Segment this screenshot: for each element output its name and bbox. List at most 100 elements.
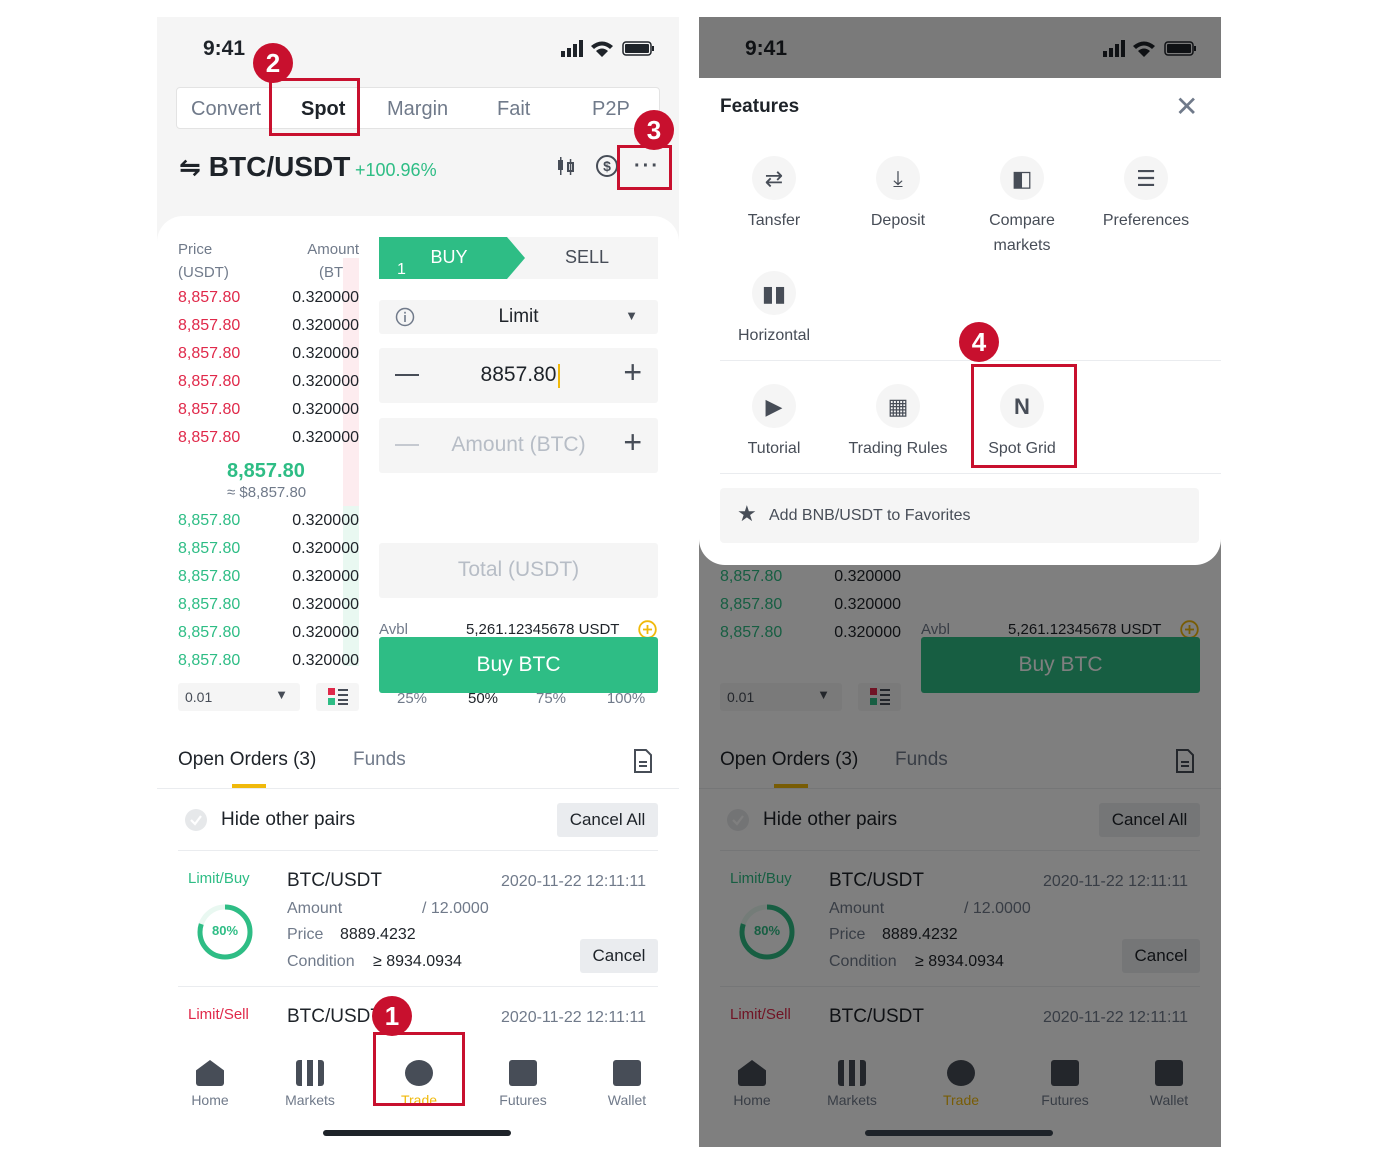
- fill-progress: 80%: [211, 923, 239, 938]
- trade-screen: 9:41 Convert Spot Margin Fait P2P ⇋ BTC/…: [157, 17, 679, 1147]
- plus-icon[interactable]: +: [623, 354, 642, 390]
- amount-placeholder: Amount (BTC): [451, 433, 586, 456]
- nav-futures[interactable]: Futures: [478, 1060, 568, 1108]
- avbl-label: Avbl: [379, 621, 408, 638]
- swap-icon: ⇋: [179, 151, 201, 182]
- ask-row[interactable]: 8,857.80 0.320000: [178, 429, 359, 451]
- order-type-value: Limit: [498, 306, 539, 327]
- tab-fait[interactable]: Fait: [497, 98, 530, 121]
- bid-row[interactable]: 8,857.80 0.320000: [178, 652, 359, 674]
- order-history-icon[interactable]: [633, 749, 653, 773]
- chevron-down-icon: ▼: [275, 687, 288, 702]
- ask-row[interactable]: 8,857.80 0.320000: [178, 373, 359, 395]
- cancel-order-button[interactable]: Cancel: [580, 939, 658, 973]
- order-datetime: 2020-11-22 12:11:11: [501, 873, 647, 890]
- sliders-icon: ☰: [1124, 156, 1168, 200]
- tab-open-orders[interactable]: Open Orders (3): [178, 749, 316, 771]
- bid-row[interactable]: 8,857.80 0.320000: [178, 540, 359, 562]
- chevron-down-icon: ▼: [625, 308, 638, 323]
- order-pair: BTC/USDT: [287, 870, 382, 891]
- orderbook-layout-icon[interactable]: [316, 683, 359, 711]
- annotation-box-spot-grid: [971, 364, 1077, 468]
- pair-symbol: BTC/USDT: [208, 151, 351, 182]
- feature-transfer[interactable]: ⇄ Tansfer: [712, 156, 836, 233]
- precision-select[interactable]: 0.01 ▼: [178, 683, 300, 711]
- order-type-select[interactable]: Limit ▼: [379, 300, 658, 334]
- transfer-icon: ⇄: [752, 156, 796, 200]
- candlestick-icon[interactable]: [555, 155, 577, 177]
- play-icon: ▶: [752, 384, 796, 428]
- nav-wallet[interactable]: Wallet: [582, 1060, 672, 1108]
- total-input[interactable]: Total (USDT): [379, 543, 658, 598]
- bid-row[interactable]: 8,857.80 0.320000: [178, 596, 359, 618]
- order-side: Limit/Sell: [188, 1006, 249, 1023]
- amount-input[interactable]: Amount (BTC) +: [379, 418, 658, 473]
- bid-row[interactable]: 8,857.80 0.320000: [178, 568, 359, 590]
- dollar-icon[interactable]: $: [595, 154, 619, 178]
- annotation-box-more: [617, 145, 672, 190]
- tab-convert[interactable]: Convert: [191, 98, 261, 121]
- text-cursor: [558, 364, 560, 388]
- ask-row[interactable]: 8,857.80 0.320000: [178, 289, 359, 311]
- condition-label: Condition: [287, 953, 355, 970]
- step-badge-1: 1: [372, 996, 412, 1036]
- star-icon: ★: [737, 501, 757, 526]
- horizontal-layout-icon: ▮▮: [752, 271, 796, 315]
- annotation-box-trade: [373, 1032, 465, 1106]
- download-icon: ⤓: [876, 156, 920, 200]
- mid-price: 8,857.80: [227, 460, 305, 482]
- nav-home[interactable]: Home: [165, 1060, 255, 1108]
- sell-tab[interactable]: SELL: [517, 247, 657, 268]
- ask-row[interactable]: 8,857.80 0.320000: [178, 317, 359, 339]
- home-indicator: [323, 1130, 511, 1136]
- step-badge-3: 3: [634, 110, 674, 150]
- bid-row[interactable]: 8,857.80 0.320000: [178, 624, 359, 646]
- pair-selector[interactable]: ⇋ BTC/USDT: [179, 151, 350, 183]
- compare-icon: ◧: [1000, 156, 1044, 200]
- features-title: Features: [720, 96, 800, 117]
- pair-change: +100.96%: [355, 160, 437, 180]
- price-value: 8857.80: [480, 363, 557, 386]
- wallet-icon: [613, 1060, 641, 1086]
- price-input[interactable]: 8857.80 +: [379, 348, 658, 403]
- feature-deposit[interactable]: ⤓ Deposit: [836, 156, 960, 233]
- order-datetime: 2020-11-22 12:11:11: [501, 1009, 647, 1026]
- amount-label: Amount: [287, 900, 343, 917]
- features-panel: Features ✕ ⇄ Tansfer ⤓ Deposit ◧ Compare ma…: [699, 78, 1221, 565]
- feature-horizontal[interactable]: ▮▮ Horizontal: [712, 271, 836, 348]
- feature-preferences[interactable]: ☰ Preferences: [1084, 156, 1208, 233]
- nav-markets[interactable]: Markets: [265, 1060, 355, 1108]
- total-placeholder: Total (USDT): [457, 558, 580, 581]
- markets-icon: [296, 1060, 324, 1086]
- feature-compare-markets[interactable]: ◧ Compare markets: [960, 156, 1084, 258]
- price-value: 8889.4232: [340, 926, 416, 943]
- ask-row[interactable]: 8,857.80 0.320000: [178, 345, 359, 367]
- trade-panel: Price (USDT) Amount (BTC) 8,857.80 0.320000…: [157, 216, 679, 1147]
- tab-funds[interactable]: Funds: [353, 749, 406, 771]
- buy-btc-button[interactable]: Buy BTC: [379, 637, 658, 693]
- cancel-all-button[interactable]: Cancel All: [557, 803, 658, 837]
- plus-icon[interactable]: +: [623, 424, 642, 460]
- tab-margin[interactable]: Margin: [387, 98, 448, 121]
- features-screen: 9:41 8,857.800.320000 8,857.800.320000 8…: [699, 17, 1221, 1147]
- feature-tutorial[interactable]: ▶ Tutorial: [712, 384, 836, 461]
- feature-trading-rules[interactable]: ▦ Trading Rules: [836, 384, 960, 461]
- order-pair: BTC/USDT: [287, 1006, 382, 1027]
- bid-row[interactable]: 8,857.80 0.320000: [178, 512, 359, 534]
- status-time: 9:41: [203, 37, 246, 60]
- hide-pairs-checkbox[interactable]: [184, 808, 208, 832]
- price-label: Price: [287, 926, 324, 943]
- order-side: Limit/Buy: [188, 870, 250, 887]
- add-favorites-button[interactable]: ★ Add BNB/USDT to Favorites: [720, 488, 1199, 543]
- step-badge-2: 2: [253, 43, 293, 83]
- price-header: Price (USDT): [178, 241, 229, 281]
- status-icons: [561, 40, 654, 57]
- svg-text:$: $: [603, 158, 611, 174]
- close-icon[interactable]: ✕: [1175, 90, 1198, 123]
- trade-mode-tabs: Convert Spot Margin Fait P2P: [176, 87, 660, 129]
- tab-p2p[interactable]: P2P: [592, 98, 630, 121]
- buy-tab-mark: 1: [397, 261, 406, 278]
- home-icon: [196, 1060, 224, 1086]
- annotation-box-spot: [269, 78, 360, 136]
- ask-row[interactable]: 8,857.80 0.320000: [178, 401, 359, 423]
